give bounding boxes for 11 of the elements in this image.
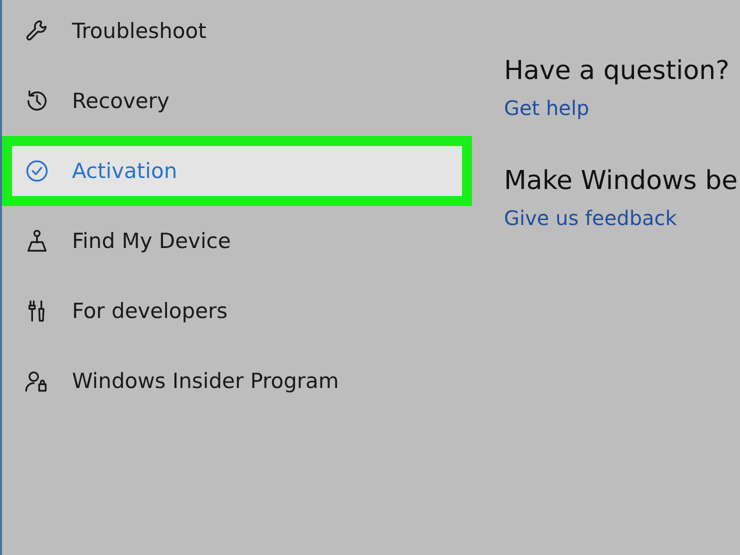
sidebar-item[interactable]: Activation <box>2 136 472 206</box>
sidebar-item[interactable]: Windows Insider Program <box>2 346 472 416</box>
sidebar-item[interactable]: Troubleshoot <box>2 0 472 66</box>
sidebar-item[interactable]: For developers <box>2 276 472 346</box>
help-link[interactable]: Get help <box>504 96 590 120</box>
sidebar-item[interactable]: Recovery <box>2 66 472 136</box>
section-heading: Have a question? <box>504 56 730 86</box>
section-heading: Make Windows be <box>504 166 738 196</box>
sidebar-item[interactable]: Find My Device <box>2 206 472 276</box>
check-circle-icon <box>24 158 50 184</box>
help-link[interactable]: Give us feedback <box>504 206 677 230</box>
